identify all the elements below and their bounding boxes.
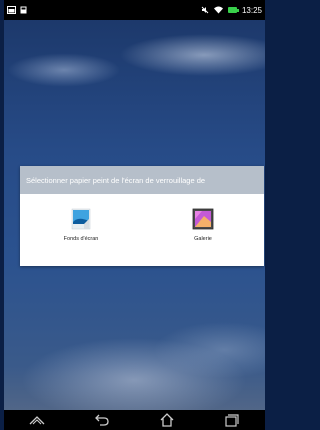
lock-screen-background: 13:25 Sélectionner papier peint de l'écr… <box>4 0 265 430</box>
option-gallery-label: Galerie <box>194 236 212 242</box>
home-icon <box>160 413 174 427</box>
back-icon <box>94 414 109 426</box>
wallpaper-source-dialog: Sélectionner papier peint de l'écran de … <box>20 166 264 266</box>
status-time: 13:25 <box>241 5 262 15</box>
nav-home-button[interactable] <box>152 410 182 430</box>
battery-icon <box>227 7 239 13</box>
screenshot-icon <box>20 6 27 14</box>
wifi-icon <box>213 6 223 14</box>
status-left-group <box>7 6 27 14</box>
dialog-options: Fonds d'écran Galerie <box>20 194 264 242</box>
nav-app-switch-button[interactable] <box>22 410 52 430</box>
recent-apps-icon <box>225 413 239 427</box>
option-gallery[interactable]: Galerie <box>158 208 248 242</box>
image-notification-icon <box>7 6 16 14</box>
nav-back-button[interactable] <box>87 410 117 430</box>
nav-recent-apps-button[interactable] <box>217 410 247 430</box>
status-bar: 13:25 <box>4 0 265 20</box>
option-wallpapers-label: Fonds d'écran <box>63 236 99 242</box>
status-right-group: 13:25 <box>201 6 262 15</box>
wallpaper-icon <box>71 208 91 230</box>
app-switch-up-icon <box>29 416 45 425</box>
dialog-title: Sélectionner papier peint de l'écran de … <box>20 166 264 194</box>
mute-icon <box>201 6 209 14</box>
navigation-bar <box>4 410 265 430</box>
option-wallpapers[interactable]: Fonds d'écran <box>36 208 126 242</box>
gallery-icon <box>192 208 214 230</box>
